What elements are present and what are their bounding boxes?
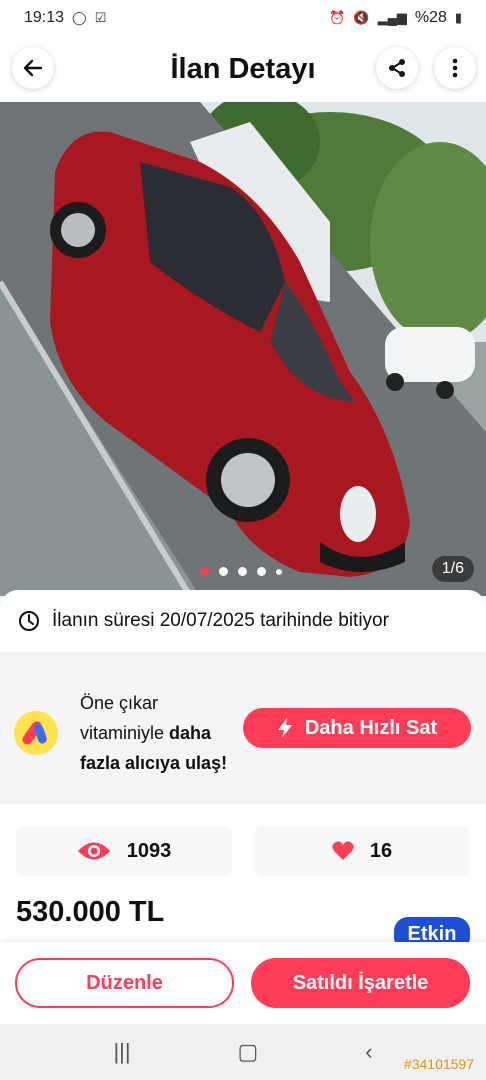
share-button[interactable] [376,47,418,89]
signal-icon: ▂▄▆ [377,10,407,25]
views-stat: 1093 [16,826,232,876]
promo-banner: Öne çıkar vitaminiyle daha fazla alıcıya… [0,662,486,804]
listing-summary: 1093 16 530.000 TL Etkin [0,804,486,951]
back-button[interactable] [12,47,54,89]
sell-faster-button[interactable]: Daha Hızlı Sat [243,708,471,748]
favorites-count: 16 [369,839,393,862]
page-title: İlan Detayı [170,52,316,85]
battery-percent: %28 [414,9,447,26]
notification-check-icon: ☑ [94,10,107,25]
mute-icon: 🔇 [353,10,370,25]
clock: 19:13 [24,9,65,26]
carousel-dots [200,567,282,576]
favorites-stat: 16 [254,826,470,876]
carousel-dot[interactable] [200,567,209,576]
carousel-dot[interactable] [257,567,266,576]
recent-apps-icon[interactable]: ||| [113,1039,130,1065]
heart-icon [332,841,354,860]
more-vertical-icon [452,58,458,78]
home-icon[interactable]: ▢ [238,1039,259,1065]
vitamin-icon [14,711,58,755]
battery-icon: ▮ [454,10,462,25]
expiry-notice: İlanın süresi 20/07/2025 tarihinde bitiy… [0,590,486,652]
carousel-dot[interactable] [276,568,282,575]
carousel-dot[interactable] [219,567,228,576]
share-icon [389,59,405,77]
clock-icon [19,611,39,631]
status-bar: 19:13 ◯ ☑ ⏰ 🔇 ▂▄▆ %28 ▮ [0,0,486,36]
price: 530.000 TL [16,896,165,928]
carousel-dot[interactable] [238,567,247,576]
eye-icon [77,842,110,860]
alarm-icon: ⏰ [329,10,346,25]
back-nav-icon[interactable]: ‹ [365,1039,372,1065]
more-options-button[interactable] [434,47,476,89]
views-count: 1093 [126,839,172,862]
expiry-text: İlanın süresi 20/07/2025 tarihinde bitiy… [52,610,389,631]
listing-id-tag: #34101597 [403,1056,474,1072]
header: İlan Detayı [0,36,486,102]
photo-counter: 1/6 [431,556,474,582]
edit-button[interactable]: Düzenle [15,958,234,1008]
lightning-icon [277,718,292,738]
whatsapp-icon: ◯ [72,10,87,25]
promo-text: Öne çıkar vitaminiyle daha fazla alıcıya… [80,693,228,773]
listing-photo-carousel[interactable]: 1/6 [0,102,486,596]
arrow-left-icon [23,59,43,77]
car-photo [0,102,486,596]
sell-faster-label: Daha Hızlı Sat [304,716,438,739]
mark-sold-button[interactable]: Satıldı İşaretle [251,958,470,1008]
action-bar: Düzenle Satıldı İşaretle [0,942,486,1024]
